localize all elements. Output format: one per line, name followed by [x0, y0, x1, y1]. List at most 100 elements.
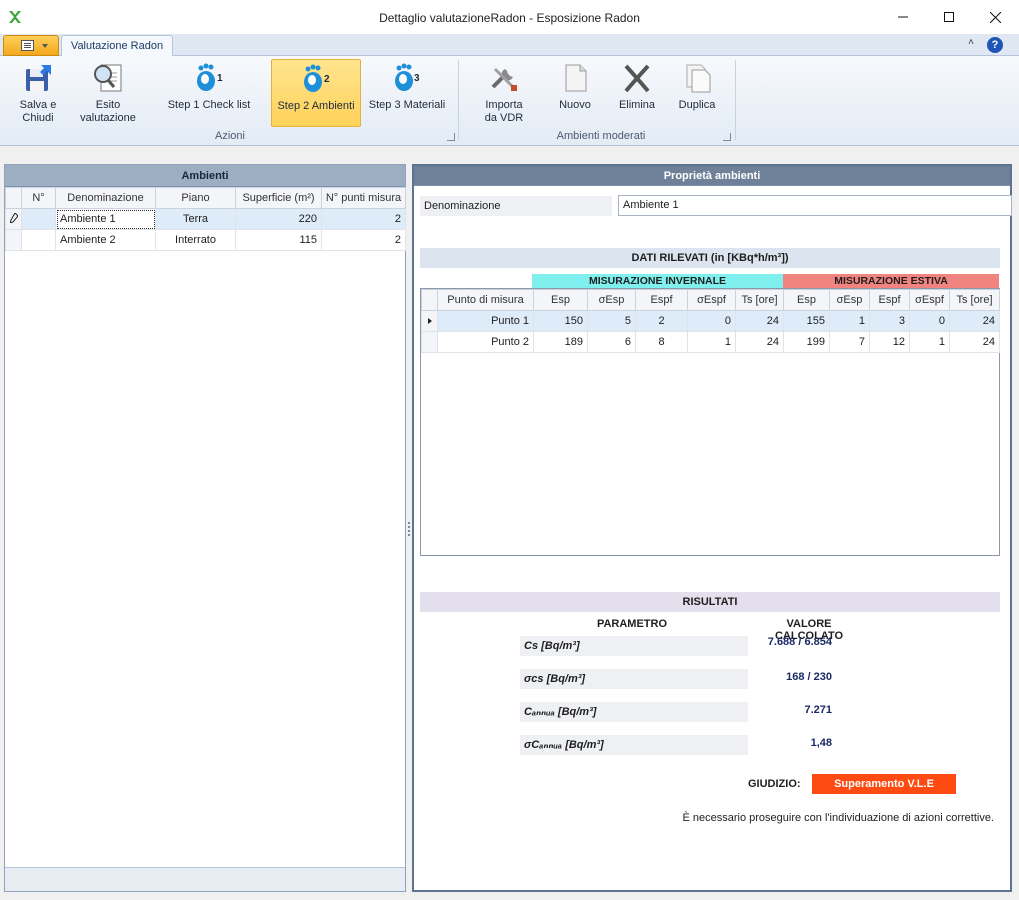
importa-vdr-label: Importa da VDR — [484, 99, 524, 124]
table-cell[interactable]: 3 — [869, 310, 910, 332]
table-cell[interactable]: 8 — [635, 331, 688, 353]
table-row[interactable]: Punto 1 150 5 2 0 24 155 1 3 0 24 — [421, 310, 1000, 332]
table-cell[interactable]: Punto 2 — [437, 331, 534, 353]
row-selector[interactable] — [421, 331, 438, 353]
table-cell[interactable]: Ambiente 2 — [55, 229, 156, 251]
column-header[interactable]: Piano — [155, 187, 236, 209]
table-cell[interactable]: 7 — [829, 331, 870, 353]
column-header[interactable]: σEspf — [909, 289, 950, 311]
table-cell[interactable] — [21, 229, 56, 251]
application-menu-button[interactable] — [3, 35, 59, 56]
column-header[interactable]: Denominazione — [55, 187, 156, 209]
result-label-c-annua: Cₐₙₙᵤₐ [Bq/m³] — [520, 702, 748, 722]
maximize-button[interactable] — [926, 0, 972, 34]
dati-rilevati-title: DATI RILEVATI (in [KBq*h/m³]) — [420, 248, 1000, 268]
column-header[interactable]: N° — [21, 187, 56, 209]
group-label-azioni: Azioni — [215, 130, 245, 142]
table-cell[interactable]: 220 — [235, 208, 322, 230]
step1-number: 1 — [217, 73, 223, 84]
table-row[interactable]: Ambiente 2 Interrato 115 2 — [5, 229, 406, 251]
table-cell[interactable]: 115 — [235, 229, 322, 251]
row-selector[interactable] — [5, 229, 22, 251]
table-cell[interactable]: 0 — [909, 310, 950, 332]
ambienti-table: N° Denominazione Piano Superficie (m²) N… — [5, 187, 406, 251]
column-header[interactable]: σEsp — [829, 289, 870, 311]
nuovo-button[interactable]: Nuovo — [552, 59, 598, 127]
table-cell[interactable]: 1 — [687, 331, 736, 353]
column-header[interactable]: Ts [ore] — [949, 289, 1000, 311]
column-header[interactable]: Ts [ore] — [735, 289, 784, 311]
table-cell[interactable]: 2 — [321, 229, 406, 251]
step2-ambienti-button[interactable]: 2 Step 2 Ambienti — [271, 59, 361, 127]
table-cell[interactable]: 2 — [321, 208, 406, 230]
group-separator — [458, 60, 459, 140]
table-cell[interactable]: Punto 1 — [437, 310, 534, 332]
importa-vdr-button[interactable]: Importa da VDR — [476, 59, 532, 127]
minimize-button[interactable] — [880, 0, 926, 34]
maximize-icon — [944, 12, 954, 22]
ribbon: Salva e Chiudi Esito valutazione 1 Step … — [0, 56, 1019, 146]
table-cell[interactable]: Interrato — [155, 229, 236, 251]
group-launcher-icon[interactable] — [723, 133, 731, 141]
result-value-sigma-c-annua: 1,48 — [810, 737, 832, 749]
window-title: Dettaglio valutazioneRadon - Esposizione… — [379, 11, 640, 25]
elimina-button[interactable]: Elimina — [614, 59, 660, 127]
step1-checklist-button[interactable]: 1 Step 1 Check list — [164, 59, 254, 127]
table-cell[interactable]: 150 — [533, 310, 588, 332]
table-cell[interactable]: 199 — [783, 331, 830, 353]
nuovo-label: Nuovo — [559, 99, 591, 111]
table-row[interactable]: Ambiente 1 Terra 220 2 — [5, 208, 406, 230]
column-header[interactable]: σEsp — [587, 289, 636, 311]
column-header[interactable]: σEspf — [687, 289, 736, 311]
column-header[interactable]: Superficie (m²) — [235, 187, 322, 209]
step3-materiali-button[interactable]: 3 Step 3 Materiali — [366, 59, 448, 127]
ribbon-tab-row: Valutazione Radon ˄ ? — [0, 34, 1019, 57]
step1-label: Step 1 Check list — [167, 99, 251, 111]
table-cell[interactable]: 24 — [735, 331, 784, 353]
column-header[interactable]: Esp — [533, 289, 588, 311]
column-header[interactable]: Esp — [783, 289, 830, 311]
table-cell[interactable]: 155 — [783, 310, 830, 332]
table-cell[interactable]: 24 — [949, 331, 1000, 353]
denominazione-field[interactable]: Ambiente 1 — [618, 195, 1012, 216]
table-row[interactable]: Punto 2 189 6 8 1 24 199 7 12 1 24 — [421, 331, 1000, 353]
row-selector[interactable] — [421, 310, 438, 332]
table-cell[interactable]: 189 — [533, 331, 588, 353]
salva-chiudi-label: Salva e Chiudi — [19, 99, 57, 124]
result-value-sigma-cs: 168 / 230 — [786, 671, 832, 683]
table-cell[interactable]: 24 — [735, 310, 784, 332]
table-cell[interactable]: 1 — [829, 310, 870, 332]
column-header[interactable]: N° punti misura — [321, 187, 406, 209]
duplicate-icon — [686, 64, 711, 93]
duplica-button[interactable]: Duplica — [674, 59, 720, 127]
duplica-label: Duplica — [678, 99, 716, 111]
step2-label: Step 2 Ambienti — [277, 100, 355, 112]
salva-chiudi-button[interactable]: Salva e Chiudi — [10, 59, 66, 127]
close-button[interactable] — [972, 0, 1018, 34]
ambienti-panel-title: Ambienti — [5, 165, 405, 187]
table-cell[interactable]: 12 — [869, 331, 910, 353]
table-cell[interactable]: 0 — [687, 310, 736, 332]
table-cell[interactable]: Ambiente 1 — [55, 208, 156, 230]
collapse-ribbon-icon[interactable]: ˄ — [965, 37, 977, 51]
table-cell[interactable] — [21, 208, 56, 230]
table-cell[interactable]: Terra — [155, 208, 236, 230]
minimize-icon — [898, 16, 908, 18]
table-cell[interactable]: 2 — [635, 310, 688, 332]
dati-header-row: Punto di misura Esp σEsp Espf σEspf Ts [… — [421, 289, 1000, 311]
table-cell[interactable]: 6 — [587, 331, 636, 353]
panel-splitter-handle[interactable] — [408, 522, 411, 536]
esito-valutazione-button[interactable]: Esito valutazione — [72, 59, 144, 127]
column-header[interactable]: Espf — [635, 289, 688, 311]
dati-rilevati-grid: Punto di misura Esp σEsp Espf σEspf Ts [… — [420, 288, 1000, 556]
menu-icon — [21, 40, 34, 51]
row-selector[interactable] — [5, 208, 22, 230]
column-header[interactable]: Punto di misura — [437, 289, 534, 311]
table-cell[interactable]: 5 — [587, 310, 636, 332]
table-cell[interactable]: 24 — [949, 310, 1000, 332]
table-cell[interactable]: 1 — [909, 331, 950, 353]
group-launcher-icon[interactable] — [447, 133, 455, 141]
tab-valutazione-radon[interactable]: Valutazione Radon — [61, 35, 173, 57]
help-icon[interactable]: ? — [987, 37, 1003, 53]
column-header[interactable]: Espf — [869, 289, 910, 311]
